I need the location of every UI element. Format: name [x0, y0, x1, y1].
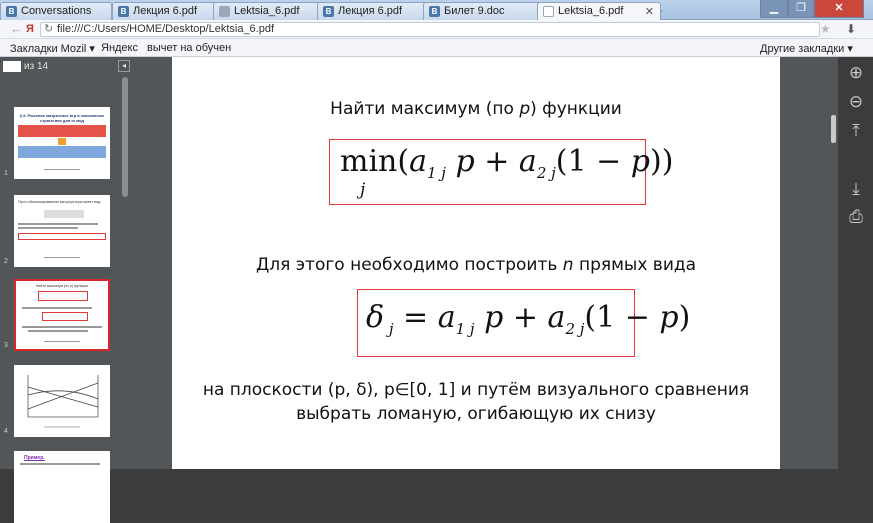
bookmark-tax-deduction[interactable]: вычет на обучен	[147, 42, 231, 54]
print-icon[interactable]: ⎙	[846, 207, 866, 227]
heading-text-end: ) функции	[530, 99, 622, 119]
tab-label: Лекция 6.pdf	[133, 5, 198, 17]
thumbnail-number: 2	[4, 258, 8, 265]
formula-subscript-j: j	[360, 180, 366, 200]
line2-text-end: прямых вида	[573, 255, 697, 275]
close-icon[interactable]: ✕	[645, 5, 654, 18]
zoom-in-icon[interactable]: ⊕	[846, 63, 866, 83]
page-total: из 14	[24, 61, 49, 72]
formula-max-min: min(a1 j p + a2 j(1 − p))	[340, 144, 674, 182]
navigation-bar: ← Я ↻ file:///C:/Users/HOME/Desktop/Lekt…	[0, 20, 873, 39]
back-arrow-icon[interactable]: ←	[10, 21, 23, 36]
thumbnail-number: 3	[4, 342, 8, 349]
thumbnail-page-5[interactable]: Пример.	[14, 451, 110, 523]
line2-variable: n	[562, 255, 574, 275]
thumbnail-title: Найти максимум (по p) функции	[35, 284, 89, 288]
other-bookmarks[interactable]: Другие закладки ▾	[760, 42, 853, 55]
bookmark-folder-mozilla[interactable]: Закладки Mozil ▾	[10, 42, 95, 55]
slide-line-3a: на плоскости (p, δ), p∈[0, 1] и путём ви…	[202, 380, 750, 400]
thumbnail-sidebar: из 14 ◂ §.5. Решение матричных игр в сме…	[0, 57, 135, 523]
thumbnail-formula-box	[18, 233, 106, 240]
fit-page-icon[interactable]: ⤒	[846, 121, 866, 141]
tab-lektsia-6-active[interactable]: Lektsia_6.pdf ✕	[537, 2, 661, 20]
tab-label: Lektsia_6.pdf	[558, 5, 624, 17]
url-text: file:///C:/Users/HOME/Desktop/Lektsia_6.…	[57, 23, 275, 35]
thumbnail-title: Пусть сбалансированная матрица игры имее…	[18, 200, 101, 204]
formula-delta-box: δ j = a1 j p + a2 j(1 − p)	[357, 289, 690, 357]
bookmarks-bar: Закладки Mozil ▾ Яндекс вычет на обучен …	[0, 39, 873, 57]
thumbnail-arrow	[58, 138, 66, 145]
slide-line-3b: выбрать ломаную, огибающую их снизу	[296, 404, 656, 424]
thumbnail-graph	[27, 375, 99, 428]
heading-variable: p	[519, 99, 531, 119]
tab-label: Conversations	[21, 5, 92, 17]
heading-text-start: Найти максимум (по	[330, 99, 520, 119]
thumbnail-title: Пример.	[24, 455, 45, 461]
download-icon[interactable]: ⤓	[846, 179, 866, 199]
doc-icon	[219, 6, 230, 17]
formula-max-min-box: min(a1 j p + a2 j(1 − p)) j	[329, 139, 673, 205]
thumbnail-page-2[interactable]: Пусть сбалансированная матрица игры имее…	[14, 195, 110, 267]
slide-heading: Найти максимум (по p) функции	[172, 99, 780, 119]
thumbnail-page-1[interactable]: §.5. Решение матричных игр в смешанных с…	[14, 107, 110, 179]
maximize-button[interactable]: ❐	[788, 0, 814, 18]
pdf-page: Найти максимум (по p) функции min(a1 j p…	[172, 57, 780, 469]
vk-icon: В	[323, 6, 334, 17]
tab-label: Лекция 6.pdf	[338, 5, 403, 17]
tab-bilet-9[interactable]: В Билет 9.doc	[423, 2, 547, 20]
tab-label: Билет 9.doc	[444, 5, 505, 17]
vk-icon: В	[429, 6, 440, 17]
thumbnail-page-3-selected[interactable]: Найти максимум (по p) функции	[14, 279, 110, 351]
close-window-button[interactable]: ✕	[814, 0, 864, 18]
reload-icon[interactable]: ↻	[44, 23, 53, 36]
other-bookmarks-label: Другие закладки	[760, 43, 845, 55]
tab-label: Lektsia_6.pdf	[234, 5, 300, 17]
bookmark-yandex[interactable]: Яндекс	[101, 42, 138, 54]
thumbnail-blue-block	[18, 146, 106, 158]
vk-icon: В	[118, 6, 129, 17]
minimize-button[interactable]: ▁	[760, 0, 788, 18]
pdf-toolbar: ⊕ ⊖ ⤒ ⤓ ⎙	[838, 57, 873, 469]
slide-line-2: Для этого необходимо построить n прямых …	[172, 255, 780, 275]
tab-conversations[interactable]: В Conversations	[0, 2, 112, 20]
line2-text-start: Для этого необходимо построить	[255, 255, 563, 275]
sidebar-toggle-button[interactable]: ◂	[118, 60, 130, 72]
yandex-icon[interactable]: Я	[26, 23, 34, 35]
tab-strip: В Conversations В Лекция 6.pdf Lektsia_6…	[0, 0, 873, 20]
page-number-input[interactable]	[3, 61, 21, 72]
thumbnail-page-4[interactable]	[14, 365, 110, 437]
pdf-viewer: Найти максимум (по p) функции min(a1 j p…	[135, 57, 838, 469]
formula-delta: δ j = a1 j p + a2 j(1 − p)	[366, 300, 691, 338]
thumbnail-red-block	[18, 125, 106, 137]
thumbnail-formula-box	[42, 312, 88, 321]
thumbnail-formula-box	[38, 291, 88, 301]
address-bar[interactable]: ↻ file:///C:/Users/HOME/Desktop/Lektsia_…	[40, 22, 820, 37]
thumbnail-number: 1	[4, 170, 8, 177]
thumbnail-number: 4	[4, 428, 8, 435]
sidebar-scrollbar[interactable]	[122, 77, 128, 197]
page-indicator: из 14	[3, 61, 113, 75]
zoom-out-icon[interactable]: ⊖	[846, 92, 866, 112]
viewer-scrollbar[interactable]	[831, 115, 836, 143]
download-icon[interactable]: ⬇	[846, 22, 856, 36]
star-icon[interactable]: ★	[820, 22, 831, 36]
thumbnail-title: §.5. Решение матричных игр в смешанных с…	[19, 113, 105, 123]
doc-icon	[543, 6, 554, 17]
bookmark-label: Закладки Mozil	[10, 43, 87, 55]
vk-icon: В	[6, 6, 17, 17]
